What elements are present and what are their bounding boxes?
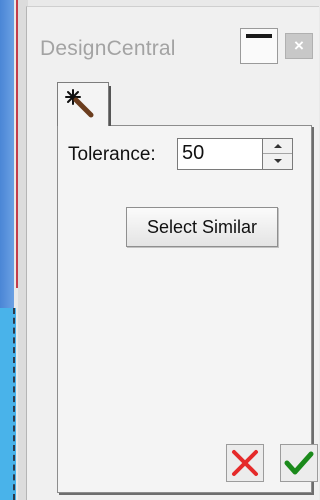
ok-button[interactable] <box>280 444 318 482</box>
cancel-button[interactable] <box>226 444 264 482</box>
select-similar-button[interactable]: Select Similar <box>126 207 278 247</box>
selection-marquee-edge <box>13 308 15 500</box>
spinner-down-button[interactable] <box>263 154 292 169</box>
spinner-up-button[interactable] <box>263 139 292 154</box>
window-title: DesignCentral <box>40 37 176 60</box>
tolerance-label: Tolerance: <box>68 144 156 165</box>
tab-magic-wand[interactable] <box>57 82 111 126</box>
tolerance-input[interactable]: 50 <box>177 138 263 170</box>
tab-edge-shadow <box>109 86 111 126</box>
magic-wand-icon <box>65 89 94 118</box>
tab-panel: Tolerance: 50 Select Similar <box>57 125 318 493</box>
backdrop-window-edge <box>0 0 14 308</box>
minimize-button[interactable] <box>240 28 278 64</box>
tolerance-spinner <box>263 138 293 170</box>
palette-window: DesignCentral × Tolerance: 50 Select Sim… <box>26 6 319 500</box>
green-check-icon <box>284 451 314 475</box>
red-x-icon <box>232 450 258 476</box>
close-button[interactable]: × <box>285 33 313 59</box>
